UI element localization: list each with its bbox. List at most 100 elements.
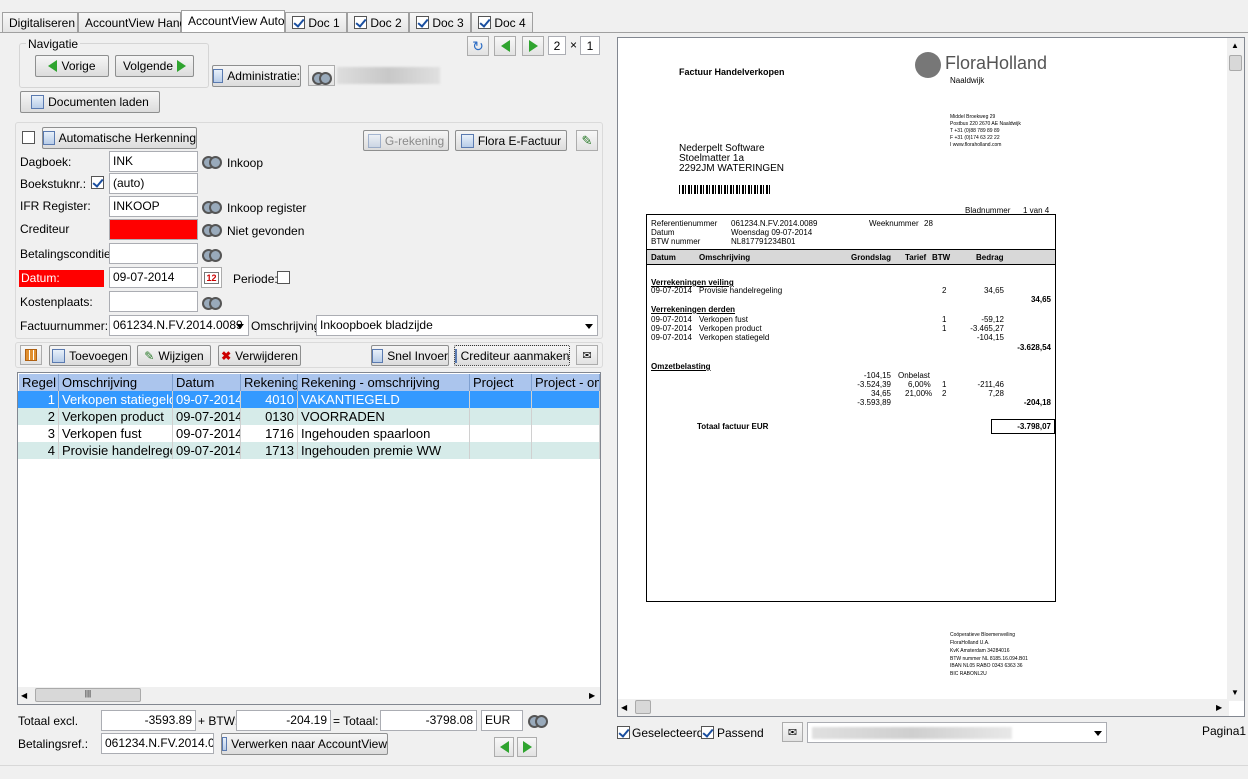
totaal-factuur-label: Totaal factuur EUR bbox=[697, 422, 769, 431]
wijzigen-button[interactable]: ✎ Wijzigen bbox=[137, 345, 211, 366]
logo-text: FloraHolland bbox=[945, 53, 1047, 74]
betalingsconditie-field[interactable] bbox=[109, 243, 198, 264]
grid-layout-button[interactable] bbox=[20, 345, 42, 365]
col-header-omschrijving[interactable]: Omschrijving bbox=[59, 374, 173, 391]
prev-document-button[interactable] bbox=[494, 737, 514, 757]
ifr-register-field[interactable]: INKOOP bbox=[109, 196, 198, 217]
crediteur-field[interactable] bbox=[109, 219, 198, 240]
col-omschrijving: Omschrijving bbox=[699, 253, 751, 262]
table-row[interactable]: 3 Verkopen fust 09-07-2014 1716 Ingehoud… bbox=[18, 425, 600, 442]
viewer-vertical-scrollbar[interactable]: ▲ ▼ bbox=[1227, 38, 1244, 701]
cell-project-omschrijving bbox=[532, 442, 600, 459]
tab-accountview-auto[interactable]: AccountView Auto bbox=[181, 10, 285, 32]
datum-field[interactable]: 09-07-2014 bbox=[109, 267, 198, 288]
automatische-herkenning-button[interactable]: Automatische Herkenning bbox=[42, 127, 197, 149]
periode-checkbox[interactable] bbox=[277, 271, 290, 285]
scroll-left-icon: ◀ bbox=[21, 691, 28, 700]
section-sum: -3.628,54 bbox=[1017, 343, 1051, 352]
tab-digitaliseren[interactable]: Digitaliseren bbox=[2, 12, 78, 32]
crediteur-aanmaken-button[interactable]: Crediteur aanmaken bbox=[454, 345, 570, 366]
snel-invoer-button[interactable]: Snel Invoer bbox=[371, 345, 449, 366]
flora-e-factuur-button[interactable]: Flora E-Factuur bbox=[455, 130, 567, 151]
verwijderen-button[interactable]: ✖ Verwijderen bbox=[218, 345, 301, 366]
viewer-horizontal-scrollbar[interactable]: ◀ ▶ bbox=[618, 699, 1229, 716]
betalingsref-field[interactable]: 061234.N.FV.2014.0089 bbox=[101, 733, 214, 754]
col-header-regel[interactable]: Regel bbox=[19, 374, 59, 391]
table-row[interactable]: 4 Provisie handelregeling 09-07-2014 171… bbox=[18, 442, 600, 459]
administratie-lookup-button[interactable] bbox=[308, 65, 335, 86]
refresh-button[interactable]: ↻ bbox=[467, 36, 489, 56]
documents-icon bbox=[31, 95, 45, 109]
toevoegen-button[interactable]: Toevoegen bbox=[49, 345, 131, 366]
administratie-button[interactable]: Administratie: bbox=[212, 65, 301, 87]
mail-button[interactable]: ✉ bbox=[576, 345, 598, 365]
calendar-button[interactable]: 12 bbox=[201, 267, 222, 288]
scrollbar-thumb[interactable] bbox=[1229, 55, 1242, 71]
totaal-excl-field[interactable]: -3593.89 bbox=[101, 710, 196, 731]
tab-doc-2[interactable]: Doc 2 bbox=[347, 12, 409, 32]
invoice-box bbox=[646, 214, 1056, 602]
arrow-right-icon bbox=[522, 741, 532, 753]
send-mail-button[interactable]: ✉ bbox=[782, 722, 803, 742]
grid-horizontal-scrollbar[interactable]: ◀ ||| ▶ bbox=[18, 687, 600, 704]
tab-doc-1[interactable]: Doc 1 bbox=[285, 12, 347, 32]
page-prev-button[interactable] bbox=[494, 36, 516, 56]
tab-strip: Digitaliseren AccountView Hand AccountVi… bbox=[0, 10, 1248, 32]
ifr-lookup-button[interactable] bbox=[201, 199, 223, 214]
omschrijving-combo[interactable]: Inkoopboek bladzijde bbox=[316, 315, 598, 336]
dagboek-lookup-button[interactable] bbox=[201, 154, 223, 169]
logo-subtitle: Naaldwijk bbox=[950, 76, 985, 85]
btw-label: + BTW: bbox=[198, 714, 239, 728]
boekstuknr-field[interactable]: (auto) bbox=[109, 173, 198, 194]
invoice-page: Factuur Handelverkopen FloraHolland Naal… bbox=[618, 38, 1088, 701]
col-header-project-omschrijving[interactable]: Project - om bbox=[532, 374, 600, 391]
factuurnummer-combo[interactable]: 061234.N.FV.2014.0089 bbox=[109, 315, 249, 336]
col-header-rekening[interactable]: Rekening bbox=[241, 374, 298, 391]
passend-checkbox[interactable] bbox=[701, 726, 714, 740]
boekstuknr-auto-checkbox[interactable] bbox=[91, 176, 104, 190]
footer-line: FloraHolland U.A. bbox=[950, 640, 990, 646]
kostenplaats-lookup-button[interactable] bbox=[201, 295, 223, 310]
col-header-project[interactable]: Project bbox=[470, 374, 532, 391]
page-next-button[interactable] bbox=[522, 36, 544, 56]
edit-icon: ✎ bbox=[144, 348, 155, 363]
auto-herkenning-checkbox[interactable] bbox=[22, 131, 35, 145]
dagboek-field[interactable]: INK bbox=[109, 151, 198, 172]
page-current-field[interactable]: 2 bbox=[548, 36, 566, 55]
betalingsconditie-lookup-button[interactable] bbox=[201, 247, 223, 262]
recipient-combo[interactable] bbox=[807, 722, 1107, 743]
line-bedrag: -104,15 bbox=[976, 333, 1004, 342]
btw-field[interactable]: -204.19 bbox=[236, 710, 331, 731]
volgende-button[interactable]: Volgende bbox=[115, 55, 194, 77]
crediteur-lookup-button[interactable] bbox=[201, 222, 223, 237]
table-row[interactable]: 1 Verkopen statiegeld 09-07-2014 4010 VA… bbox=[18, 391, 600, 408]
currency-field[interactable]: EUR bbox=[481, 710, 523, 731]
col-header-datum[interactable]: Datum bbox=[173, 374, 241, 391]
edit-button[interactable]: ✎ bbox=[576, 130, 598, 151]
scrollbar-thumb[interactable]: ||| bbox=[35, 688, 141, 702]
logo-part-flora: Flora bbox=[945, 53, 987, 73]
scrollbar-thumb[interactable] bbox=[635, 700, 651, 714]
col-header-rekening-omschrijving[interactable]: Rekening - omschrijving bbox=[298, 374, 470, 391]
line-btw: 2 bbox=[942, 389, 947, 398]
cell-rekening: 0130 bbox=[241, 408, 298, 425]
tab-accountview-hand[interactable]: AccountView Hand bbox=[78, 12, 186, 32]
tab-doc-4[interactable]: Doc 4 bbox=[471, 12, 533, 32]
currency-lookup-button[interactable] bbox=[527, 713, 549, 728]
g-rekening-button[interactable]: G-rekening bbox=[363, 130, 449, 151]
verwerken-button[interactable]: Verwerken naar AccountView bbox=[221, 733, 388, 755]
tab-doc-3[interactable]: Doc 3 bbox=[409, 12, 471, 32]
footer-line: Coöperatieve Bloemenveiling bbox=[950, 632, 1016, 638]
totaal-field[interactable]: -3798.08 bbox=[380, 710, 477, 731]
table-row[interactable]: 2 Verkopen product 09-07-2014 0130 VOORR… bbox=[18, 408, 600, 425]
arrow-right-icon bbox=[528, 40, 538, 52]
document-viewer[interactable]: Factuur Handelverkopen FloraHolland Naal… bbox=[617, 37, 1245, 717]
geselecteerd-checkbox[interactable] bbox=[617, 726, 630, 740]
vorige-button[interactable]: Vorige bbox=[35, 55, 109, 77]
documenten-laden-button[interactable]: Documenten laden bbox=[20, 91, 160, 113]
refresh-icon: ↻ bbox=[472, 37, 484, 54]
cell-omschrijving: Verkopen statiegeld bbox=[59, 391, 173, 408]
next-document-button[interactable] bbox=[517, 737, 537, 757]
kostenplaats-field[interactable] bbox=[109, 291, 198, 312]
page-total-field[interactable]: 1 bbox=[580, 36, 600, 55]
